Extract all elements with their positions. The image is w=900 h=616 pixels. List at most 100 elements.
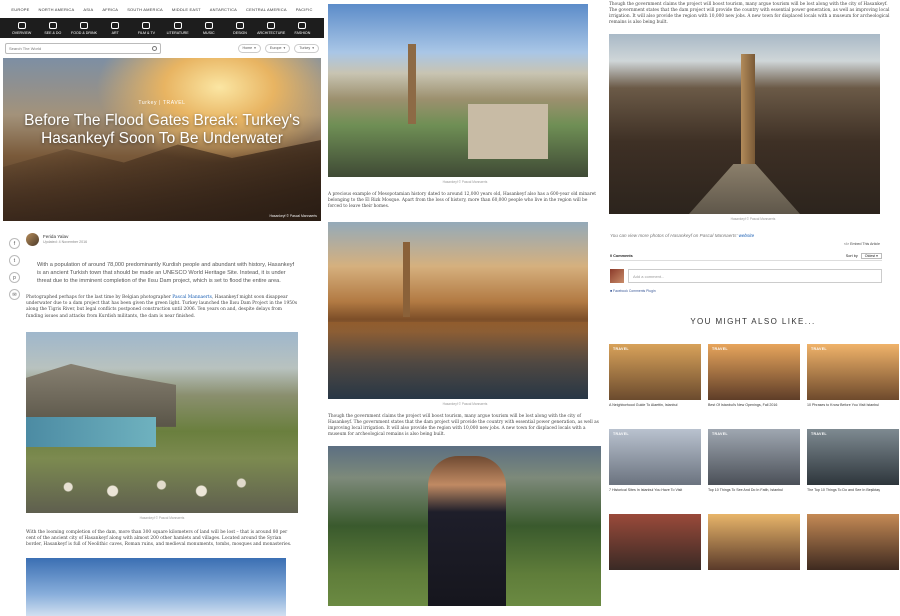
breadcrumb-home[interactable]: Home ▾ bbox=[237, 43, 261, 53]
related-title[interactable] bbox=[609, 573, 701, 591]
search-input[interactable]: Search The World bbox=[5, 42, 161, 54]
image-caption: Hasankeyf © Pascal Mannaerts bbox=[730, 217, 776, 221]
related-title[interactable]: Best Of Istanbul's New Openings, Fall 20… bbox=[708, 403, 800, 421]
region-link[interactable]: SOUTH AMERICA bbox=[127, 7, 163, 12]
comments-count: 0 Comments bbox=[610, 253, 633, 258]
photographer-link[interactable]: Pascal Mannaerts bbox=[172, 295, 212, 300]
search-icon[interactable] bbox=[152, 45, 157, 51]
related-title[interactable]: 7 Historical Sites In Istanbul You Have … bbox=[609, 488, 701, 506]
more-photos-text: You can view more photos of Hasankeyf on… bbox=[610, 233, 755, 238]
category-architecture[interactable]: ARCHITECTURE bbox=[256, 21, 287, 35]
related-card[interactable]: TRAVEL A Neighborhood Guide To Alaettin, … bbox=[609, 344, 701, 421]
related-card[interactable] bbox=[609, 514, 701, 591]
film-icon bbox=[142, 21, 151, 29]
image-caption: Hasankeyf © Pascal Mannaerts bbox=[442, 402, 488, 406]
comment-composer: Add a comment... bbox=[610, 269, 882, 283]
related-heading: YOU MIGHT ALSO LIKE... bbox=[690, 317, 816, 326]
related-card[interactable] bbox=[807, 514, 899, 591]
hero-credit: Hasankeyf © Pascal Mannaerts bbox=[269, 214, 317, 218]
article-column-middle: Hasankeyf © Pascal Mannaerts A precious … bbox=[327, 0, 603, 616]
related-card[interactable]: TRAVEL 10 Phrases to Know Before You Visi… bbox=[807, 344, 899, 421]
related-thumbnail[interactable] bbox=[708, 514, 800, 570]
related-title[interactable] bbox=[708, 573, 800, 591]
avatar bbox=[610, 269, 624, 283]
eye-icon bbox=[48, 21, 57, 29]
related-card[interactable]: TRAVEL Best Of Istanbul's New Openings, F… bbox=[708, 344, 800, 421]
image-caption: Hasankeyf © Pascal Mannaerts bbox=[139, 515, 185, 520]
website-link[interactable]: website bbox=[739, 233, 755, 238]
related-card[interactable] bbox=[708, 514, 800, 591]
category-music[interactable]: MUSIC bbox=[193, 21, 224, 35]
article-image-sheep bbox=[26, 331, 298, 513]
related-card[interactable]: TRAVEL The Top 10 Things To Do and See In… bbox=[807, 429, 899, 506]
related-title[interactable]: Top 10 Things To See And Do In Fatih, Is… bbox=[708, 488, 800, 506]
palette-icon bbox=[111, 21, 120, 29]
related-thumbnail[interactable]: TRAVEL bbox=[807, 429, 899, 485]
category-art[interactable]: ART bbox=[100, 21, 131, 35]
related-title[interactable]: A Neighborhood Guide To Alaettin, Istanb… bbox=[609, 403, 701, 421]
category-badge: TRAVEL bbox=[811, 432, 827, 436]
article-image-river bbox=[328, 222, 588, 399]
related-thumbnail[interactable]: TRAVEL bbox=[609, 344, 701, 400]
article-image-boy bbox=[328, 446, 601, 606]
image-caption: Hasankeyf © Pascal Mannaerts bbox=[442, 180, 488, 184]
category-film-tv[interactable]: FILM & TV bbox=[131, 21, 162, 35]
category-food-drink[interactable]: FOOD & DRINK bbox=[68, 21, 99, 35]
related-title[interactable]: The Top 10 Things To Do and See In Beşik… bbox=[807, 488, 899, 506]
related-card[interactable]: TRAVEL 7 Historical Sites In Istanbul You… bbox=[609, 429, 701, 506]
breadcrumb-turkey[interactable]: Turkey ▾ bbox=[294, 43, 319, 53]
category-overview[interactable]: OVERVIEW bbox=[6, 21, 37, 35]
article-image-sky bbox=[26, 558, 286, 616]
pinterest-icon[interactable]: p bbox=[9, 272, 20, 283]
related-thumbnail[interactable]: TRAVEL bbox=[708, 429, 800, 485]
region-link[interactable]: EUROPE bbox=[11, 7, 29, 12]
region-link[interactable]: NORTH AMERICA bbox=[39, 7, 75, 12]
related-thumbnail[interactable]: TRAVEL bbox=[807, 344, 899, 400]
article-column-right: Though the government claims the project… bbox=[606, 0, 900, 616]
embed-article-button[interactable]: </> Embed This Article bbox=[606, 242, 880, 246]
hero-kicker: Turkey | TRAVEL bbox=[138, 100, 186, 106]
cutlery-icon bbox=[80, 21, 88, 29]
sort-select[interactable]: Oldest ▾ bbox=[860, 252, 882, 259]
related-title[interactable]: 10 Phrases to Know Before You Visit Ista… bbox=[807, 403, 899, 421]
region-link[interactable]: ASIA bbox=[83, 7, 93, 12]
region-nav: EUROPE NORTH AMERICA ASIA AFRICA SOUTH AMERI… bbox=[0, 0, 324, 18]
publish-date: Updated: 4 November 2016 bbox=[43, 240, 88, 244]
category-badge: TRAVEL bbox=[712, 432, 728, 436]
search-placeholder: Search The World bbox=[9, 45, 42, 51]
email-icon[interactable]: ✉ bbox=[9, 289, 20, 300]
region-link[interactable]: ANTARCTICA bbox=[210, 7, 237, 12]
facebook-comments-plugin[interactable]: ■ Facebook Comments Plugin bbox=[610, 289, 900, 293]
related-thumbnail[interactable] bbox=[609, 514, 701, 570]
category-design[interactable]: DESIGN bbox=[224, 21, 255, 35]
page-title: Before The Flood Gates Break: Turkey's H… bbox=[24, 112, 300, 147]
region-link[interactable]: CENTRAL AMERICA bbox=[246, 7, 287, 12]
region-link[interactable]: MIDDLE EAST bbox=[172, 7, 201, 12]
related-thumbnail[interactable] bbox=[807, 514, 899, 570]
category-literature[interactable]: LITERATURE bbox=[162, 21, 193, 35]
region-link[interactable]: PACIFIC bbox=[296, 7, 313, 12]
related-card[interactable]: TRAVEL Top 10 Things To See And Do In Fat… bbox=[708, 429, 800, 506]
comment-input[interactable]: Add a comment... bbox=[628, 269, 882, 283]
facebook-icon[interactable]: f bbox=[9, 238, 20, 249]
book-icon bbox=[173, 21, 182, 29]
article-paragraph-2: With the looming completion of the dam, … bbox=[26, 529, 292, 548]
twitter-icon[interactable]: t bbox=[9, 255, 20, 266]
article-paragraph-4: Though the government claims the project… bbox=[328, 414, 599, 437]
related-grid: TRAVEL A Neighborhood Guide To Alaettin, … bbox=[609, 344, 900, 591]
breadcrumb-europe[interactable]: Europe ▾ bbox=[264, 43, 291, 53]
design-icon bbox=[236, 21, 245, 29]
category-bar: OVERVIEW SEE & DO FOOD & DRINK ART FILM & TV… bbox=[0, 18, 324, 38]
category-badge: TRAVEL bbox=[613, 347, 629, 351]
related-thumbnail[interactable]: TRAVEL bbox=[609, 429, 701, 485]
related-thumbnail[interactable]: TRAVEL bbox=[708, 344, 800, 400]
article-lead: With a population of around 78,000 predo… bbox=[37, 262, 295, 284]
article-image-street bbox=[609, 34, 880, 214]
region-link[interactable]: AFRICA bbox=[102, 7, 118, 12]
category-fashion[interactable]: FASHION bbox=[287, 21, 318, 35]
category-see-do[interactable]: SEE & DO bbox=[37, 21, 68, 35]
category-badge: TRAVEL bbox=[712, 347, 728, 351]
share-bar: f t p ✉ bbox=[9, 238, 20, 300]
avatar[interactable] bbox=[26, 232, 39, 246]
related-title[interactable] bbox=[807, 573, 899, 591]
